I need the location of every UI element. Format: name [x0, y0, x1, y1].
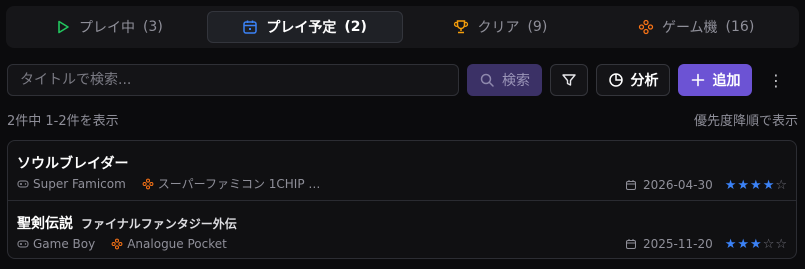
- analysis-button-label: 分析: [630, 73, 659, 89]
- search-button[interactable]: 検索: [467, 64, 542, 96]
- plus-icon: [691, 73, 704, 87]
- search-icon: [480, 73, 494, 87]
- planned-date: 2026-04-30: [642, 178, 713, 192]
- tab-count: (9): [527, 19, 548, 35]
- trophy-icon: [454, 20, 469, 34]
- calendar-icon: [625, 239, 636, 249]
- star-empty-icon: ☆: [775, 177, 787, 193]
- star-filled-icon: ★: [762, 177, 775, 193]
- device-icon: [142, 178, 154, 189]
- gamepad-outline-icon: [17, 240, 29, 248]
- search-button-label: 検索: [502, 73, 530, 89]
- game-tags: Game Boy Analogue Pocket: [17, 237, 227, 251]
- more-options-button[interactable]: ⋮: [764, 64, 788, 96]
- star-filled-icon: ★: [724, 236, 737, 252]
- pie-chart-icon: [608, 73, 623, 87]
- platform-label: Game Boy: [33, 237, 96, 251]
- calendar-icon: [625, 180, 636, 190]
- game-title: ソウルブレイダー: [17, 156, 129, 172]
- tab-label: プレイ予定: [266, 20, 337, 36]
- more-icon: ⋮: [768, 70, 784, 90]
- status-tabs: プレイ中 (3) プレイ予定 (2) クリア (9) ゲーム機 (16): [6, 6, 799, 48]
- planned-date: 2025-11-20: [642, 237, 713, 251]
- device-label: スーパーファミコン 1CHIP …: [157, 177, 321, 191]
- tab-count: (3): [142, 19, 163, 35]
- star-filled-icon: ★: [724, 177, 737, 193]
- game-tags: Super Famicom スーパーファミコン 1CHIP …: [17, 175, 320, 192]
- tab-cleared[interactable]: クリア (9): [403, 11, 599, 43]
- game-meta: 2026-04-30 ★ ★ ★ ★ ☆: [625, 178, 787, 192]
- tab-label: プレイ中: [78, 20, 135, 36]
- filter-button[interactable]: [550, 64, 588, 96]
- rating-stars: ★ ★ ★ ☆ ☆: [725, 238, 787, 251]
- game-title-row: ソウルブレイダー: [17, 153, 136, 173]
- search-input[interactable]: [7, 64, 459, 96]
- game-title: 聖剣伝説: [17, 216, 73, 232]
- tab-consoles[interactable]: ゲーム機 (16): [598, 11, 794, 43]
- add-button-label: 追加: [712, 73, 741, 89]
- add-button[interactable]: 追加: [678, 64, 752, 96]
- device-icon: [111, 238, 123, 250]
- game-list: ソウルブレイダー Super Famicom スーパーファミコン 1CHIP ……: [7, 140, 797, 259]
- device-label: Analogue Pocket: [127, 237, 227, 251]
- tab-count: (16): [725, 19, 755, 35]
- result-count: 2件中 1-2件を表示: [7, 114, 119, 129]
- calendar-icon: [243, 20, 258, 34]
- star-filled-icon: ★: [737, 236, 750, 252]
- tab-label: クリア: [477, 20, 520, 36]
- star-empty-icon: ☆: [762, 236, 775, 252]
- star-empty-icon: ☆: [775, 236, 787, 252]
- list-item[interactable]: ソウルブレイダー Super Famicom スーパーファミコン 1CHIP ……: [8, 141, 796, 200]
- analysis-button[interactable]: 分析: [596, 64, 670, 96]
- tab-label: ゲーム機: [661, 20, 718, 36]
- rating-stars: ★ ★ ★ ★ ☆: [725, 179, 787, 192]
- game-title-row: 聖剣伝説 ファイナルファンタジー外伝: [17, 213, 237, 233]
- star-filled-icon: ★: [750, 177, 762, 193]
- tab-playing[interactable]: プレイ中 (3): [11, 11, 207, 43]
- gamepad-outline-icon: [17, 180, 29, 187]
- platform-label: Super Famicom: [33, 176, 126, 191]
- star-filled-icon: ★: [750, 236, 762, 252]
- tab-count: (2): [344, 19, 367, 35]
- list-item[interactable]: 聖剣伝説 ファイナルファンタジー外伝 Game Boy Analogue Poc…: [8, 200, 796, 258]
- sort-indicator[interactable]: 優先度降順で表示: [694, 110, 798, 129]
- game-meta: 2025-11-20 ★ ★ ★ ☆ ☆: [625, 237, 787, 251]
- star-filled-icon: ★: [737, 177, 750, 193]
- filter-icon: [562, 74, 576, 86]
- gamepad-icon: [638, 19, 654, 35]
- tab-planned[interactable]: プレイ予定 (2): [206, 11, 403, 43]
- play-icon: [58, 20, 69, 34]
- game-subtitle: ファイナルファンタジー外伝: [81, 217, 237, 231]
